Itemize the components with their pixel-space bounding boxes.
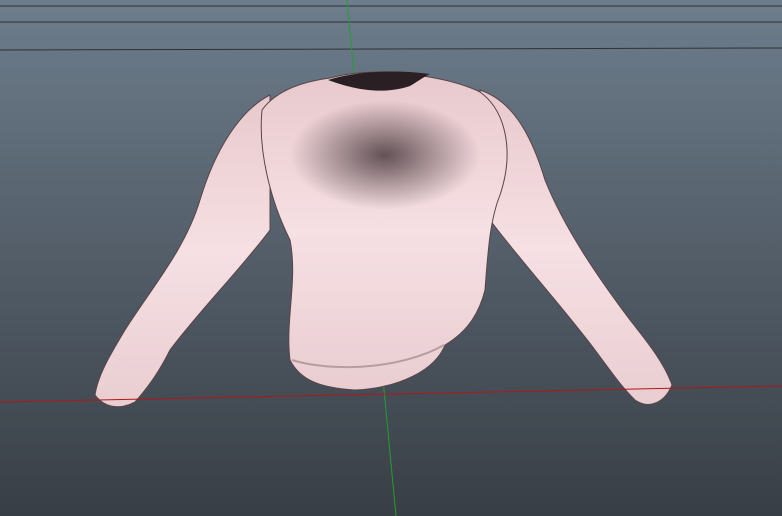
viewport-canvas[interactable] <box>0 0 782 516</box>
chest-shadow <box>290 100 480 210</box>
3d-viewport[interactable] <box>0 0 782 516</box>
